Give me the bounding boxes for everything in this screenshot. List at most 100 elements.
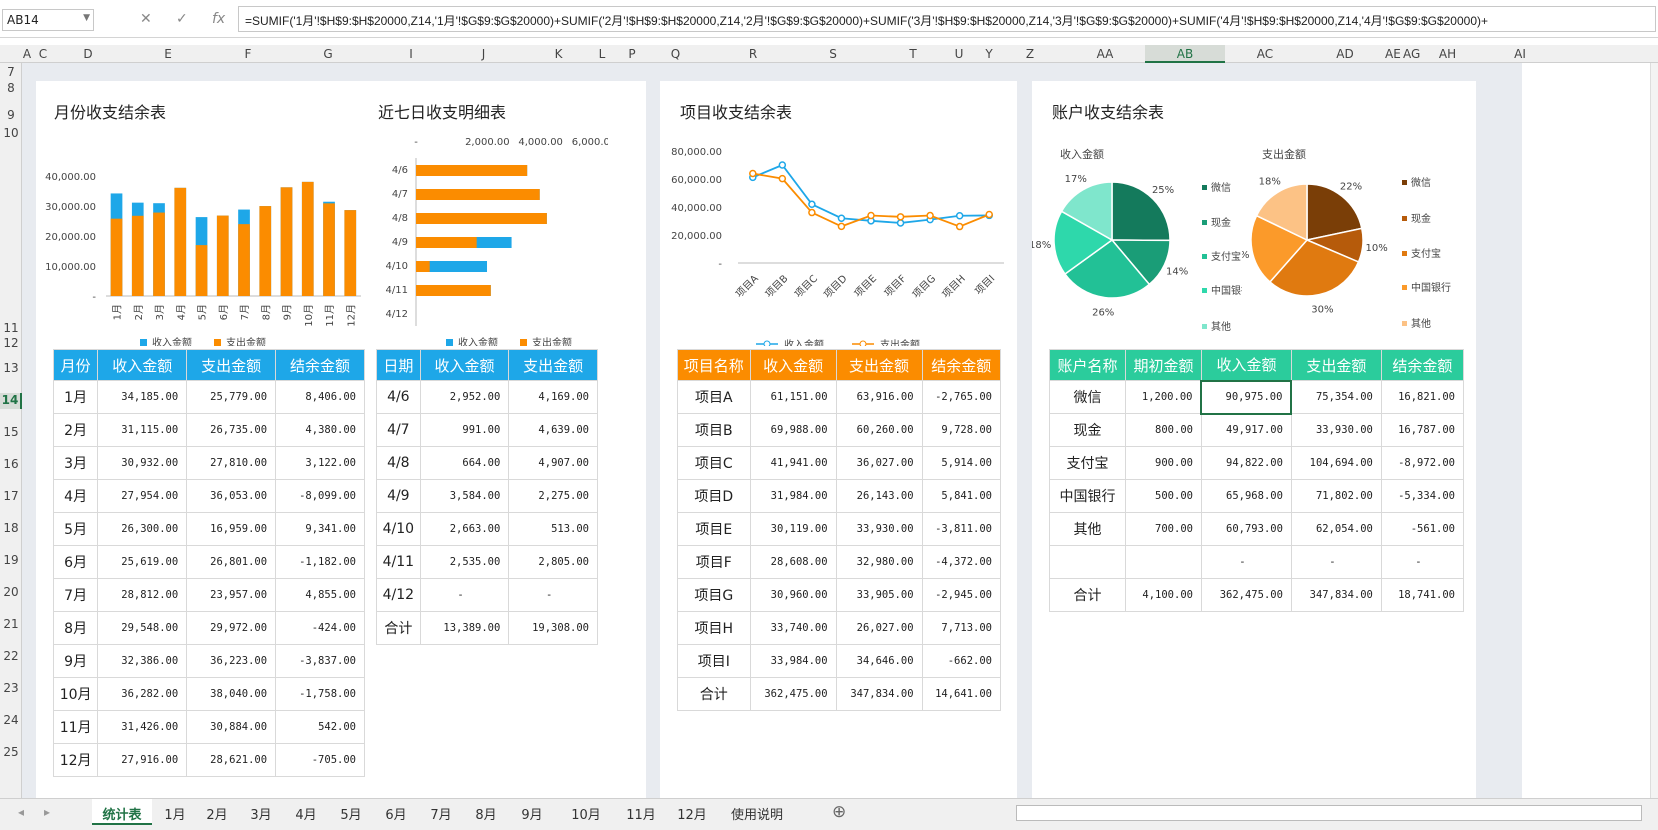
table-cell[interactable]: 项目G — [677, 578, 751, 612]
table-cell[interactable]: 7月 — [52, 578, 99, 612]
table-cell[interactable]: 32,386.00 — [97, 644, 188, 678]
next-sheet-icon[interactable]: ▸ — [44, 805, 50, 819]
row-header-16[interactable]: 16 — [0, 457, 22, 473]
table-header-cell[interactable]: 项目名称 — [677, 349, 751, 381]
table-cell[interactable]: 500.00 — [1124, 479, 1202, 513]
table-cell[interactable]: 1月 — [52, 380, 99, 414]
cancel-icon[interactable]: ✕ — [140, 11, 152, 27]
table-cell[interactable]: 33,905.00 — [835, 578, 923, 612]
table-header-cell[interactable]: 支出金额 — [835, 349, 923, 381]
sheet-tab[interactable]: 使用说明 — [724, 799, 790, 825]
enter-icon[interactable]: ✓ — [176, 11, 188, 27]
name-box[interactable]: AB14 ▼ — [2, 9, 94, 31]
table-cell[interactable]: 61,151.00 — [749, 380, 837, 414]
table-cell[interactable]: 项目A — [677, 380, 751, 414]
table-cell[interactable]: 41,941.00 — [749, 446, 837, 480]
sheet-tab[interactable]: 5月 — [330, 799, 372, 825]
row-header-7[interactable]: 7 — [0, 65, 22, 81]
sheet-tab[interactable]: 3月 — [240, 799, 282, 825]
sheet-tab[interactable]: 10月 — [560, 799, 612, 825]
table-cell[interactable]: 项目C — [677, 446, 751, 480]
table-cell[interactable]: 其他 — [1049, 512, 1126, 546]
table-cell[interactable]: 31,115.00 — [97, 413, 188, 447]
row-header-14[interactable]: 14 — [0, 393, 22, 409]
table-cell[interactable]: -662.00 — [921, 644, 1002, 678]
sheet-tab[interactable]: 1月 — [155, 799, 195, 825]
row-header-18[interactable]: 18 — [0, 521, 22, 537]
sheet-tab[interactable]: 统计表 — [92, 799, 152, 825]
table-cell[interactable]: 23,957.00 — [186, 578, 277, 612]
sheet-tab[interactable]: 6月 — [375, 799, 417, 825]
column-header-AE[interactable]: AE — [1385, 47, 1401, 61]
table-cell[interactable]: 69,988.00 — [749, 413, 837, 447]
table-cell[interactable]: 29,548.00 — [97, 611, 188, 645]
table-cell[interactable]: 16,787.00 — [1380, 413, 1465, 447]
column-header-K[interactable]: K — [521, 47, 596, 61]
table-cell[interactable]: 32,980.00 — [835, 545, 923, 579]
table-cell[interactable]: 项目B — [677, 413, 751, 447]
table-cell[interactable]: -3,837.00 — [275, 644, 365, 678]
table-cell[interactable]: 9,728.00 — [921, 413, 1002, 447]
formula-input[interactable]: =SUMIF('1月'!$H$9:$H$20000,Z14,'1月'!$G$9:… — [238, 6, 1656, 32]
table-cell[interactable]: 30,960.00 — [749, 578, 837, 612]
column-header-D[interactable]: D — [48, 47, 128, 61]
table-header-cell[interactable]: 收入金额 — [749, 349, 837, 381]
table-header-cell[interactable]: 结余金额 — [921, 349, 1002, 381]
sheet-tab[interactable]: 7月 — [420, 799, 462, 825]
column-header-L[interactable]: L — [596, 47, 608, 61]
table-cell[interactable]: 700.00 — [1124, 512, 1202, 546]
table-cell[interactable]: 12月 — [52, 743, 99, 777]
table-cell[interactable]: -4,372.00 — [921, 545, 1002, 579]
table-cell[interactable]: 30,884.00 — [186, 710, 277, 744]
column-header-U[interactable]: U — [953, 47, 965, 61]
table-cell[interactable]: -1,182.00 — [275, 545, 365, 579]
row-header-9[interactable]: 9 — [0, 108, 22, 124]
table-cell[interactable]: 4,907.00 — [508, 446, 598, 480]
table-header-cell[interactable]: 月份 — [52, 349, 99, 381]
table-cell[interactable]: 29,972.00 — [186, 611, 277, 645]
table-cell[interactable]: 2,952.00 — [419, 380, 510, 414]
column-header-I[interactable]: I — [376, 47, 446, 61]
column-header-T[interactable]: T — [873, 47, 953, 61]
table-cell[interactable]: 362,475.00 — [749, 677, 837, 711]
table-cell[interactable]: 33,984.00 — [749, 644, 837, 678]
column-header-Y[interactable]: Y — [983, 47, 995, 61]
table-header-cell[interactable]: 账户名称 — [1049, 349, 1126, 381]
table-cell[interactable]: 2,805.00 — [508, 545, 598, 579]
sheet-tab[interactable]: 11月 — [616, 799, 666, 825]
table-cell[interactable]: 2月 — [52, 413, 99, 447]
table-cell[interactable]: 3,122.00 — [275, 446, 365, 480]
table-cell[interactable]: 4,380.00 — [275, 413, 365, 447]
table-cell[interactable]: 26,027.00 — [835, 611, 923, 645]
table-cell[interactable]: 33,930.00 — [835, 512, 923, 546]
table-cell[interactable]: 26,300.00 — [97, 512, 188, 546]
table-cell[interactable]: 16,821.00 — [1380, 380, 1465, 414]
table-cell[interactable]: 3月 — [52, 446, 99, 480]
table-cell[interactable]: 4/9 — [376, 479, 421, 513]
table-cell[interactable]: 34,646.00 — [835, 644, 923, 678]
table-cell[interactable]: 800.00 — [1124, 413, 1202, 447]
column-header-C[interactable]: C — [38, 47, 48, 61]
table-cell[interactable]: 2,275.00 — [508, 479, 598, 513]
table-header-cell[interactable]: 日期 — [376, 349, 421, 381]
table-cell[interactable]: 36,027.00 — [835, 446, 923, 480]
row-header-8[interactable]: 8 — [0, 81, 22, 97]
table-cell[interactable]: 合计 — [677, 677, 751, 711]
table-cell[interactable]: 14,641.00 — [921, 677, 1002, 711]
table-cell[interactable]: -8,099.00 — [275, 479, 365, 513]
table-cell[interactable]: 3,584.00 — [419, 479, 510, 513]
table-cell[interactable]: 63,916.00 — [835, 380, 923, 414]
table-cell[interactable]: 26,735.00 — [186, 413, 277, 447]
table-cell[interactable]: 9,341.00 — [275, 512, 365, 546]
table-cell[interactable]: 合计 — [376, 611, 421, 645]
prev-sheet-icon[interactable]: ◂ — [18, 805, 24, 819]
column-header-E[interactable]: E — [128, 47, 208, 61]
table-cell[interactable] — [1049, 545, 1126, 579]
table-cell[interactable]: 347,834.00 — [1290, 578, 1382, 612]
vertical-scrollbar[interactable] — [1650, 63, 1658, 798]
table-cell[interactable]: -1,758.00 — [275, 677, 365, 711]
column-header-A[interactable]: A — [22, 47, 32, 61]
column-header-Q[interactable]: Q — [638, 47, 713, 61]
table-cell[interactable]: 微信 — [1049, 380, 1126, 414]
table-cell[interactable]: -8,972.00 — [1380, 446, 1465, 480]
